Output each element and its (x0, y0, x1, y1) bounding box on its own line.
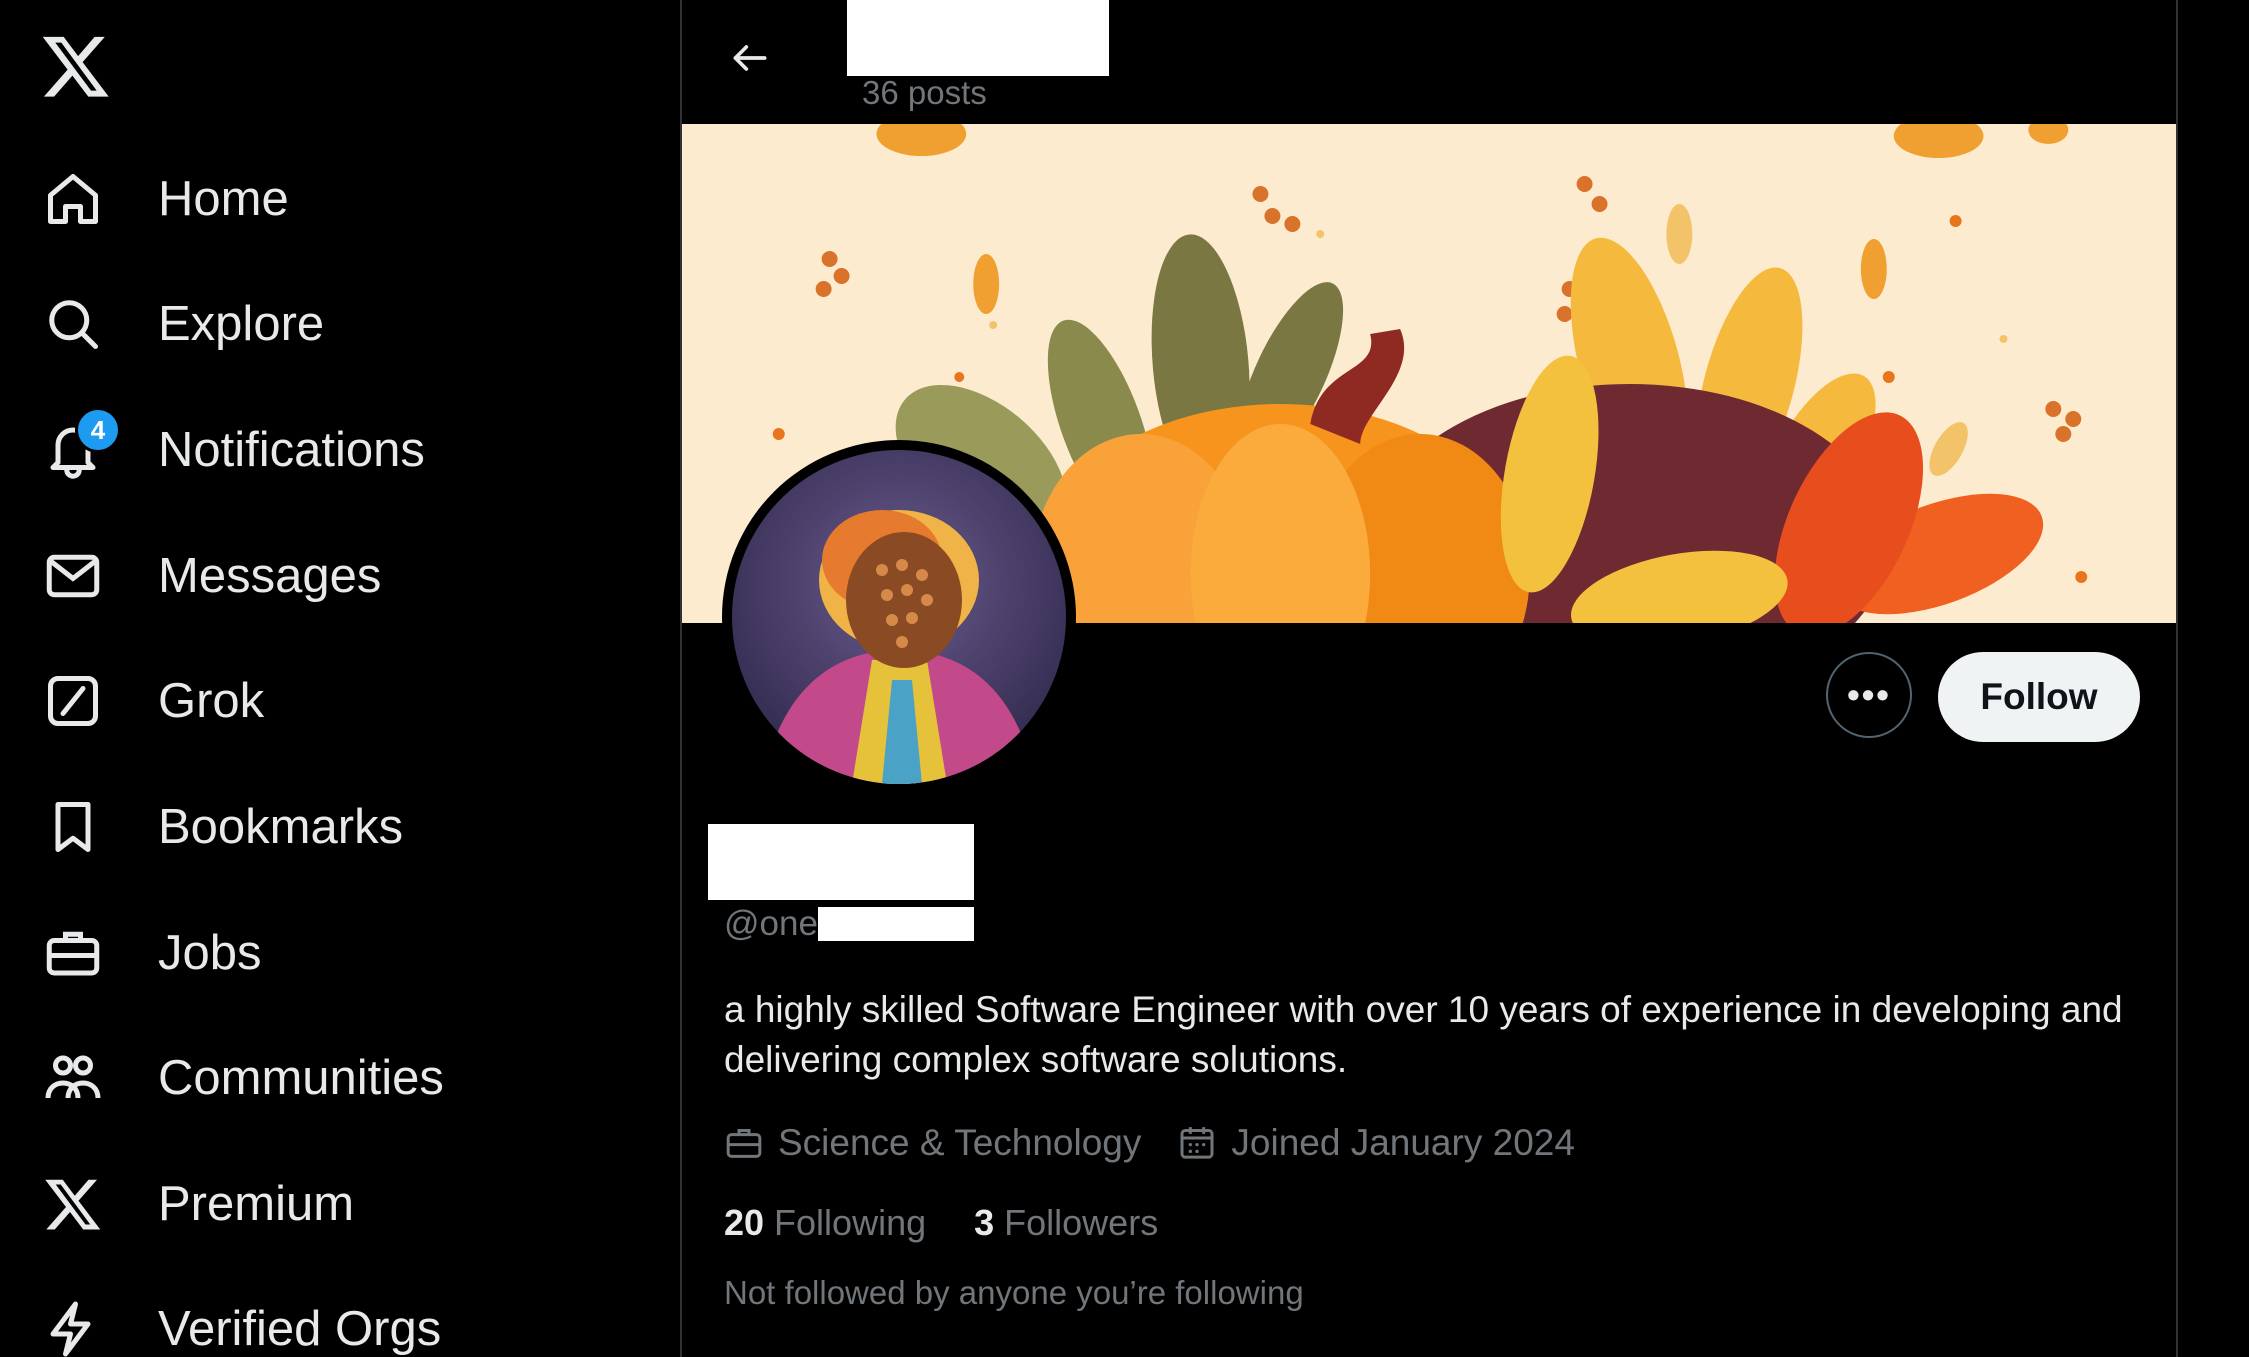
arrow-left-icon (733, 45, 767, 71)
back-button[interactable] (720, 28, 780, 88)
app-root: Home Explore 4 Notifications Messages Gr… (0, 0, 2249, 1357)
sidebar-item-bookmarks[interactable]: Bookmarks (40, 782, 403, 872)
sidebar-item-label: Messages (158, 549, 382, 603)
sidebar: Home Explore 4 Notifications Messages Gr… (0, 0, 680, 1357)
header-name-redacted (847, 0, 1109, 76)
sidebar-item-verified-orgs[interactable]: Verified Orgs (40, 1284, 441, 1357)
sidebar-item-communities[interactable]: Communities (40, 1033, 444, 1123)
more-options-button[interactable]: ••• (1826, 652, 1912, 738)
category-text: Science & Technology (778, 1122, 1142, 1163)
profile-bio: a highly skilled Software Engineer with … (724, 989, 2123, 1080)
profile-header: 36 posts (682, 0, 2176, 124)
notification-badge: 4 (75, 407, 121, 453)
following-count[interactable]: 20 (724, 1202, 764, 1244)
avatar-image (732, 450, 1066, 784)
sidebar-item-label: Home (158, 172, 289, 226)
joined-text: Joined January 2024 (1231, 1122, 1575, 1163)
briefcase-icon (40, 920, 106, 986)
not-followed-note: Not followed by anyone you’re following (724, 1274, 1304, 1311)
sidebar-item-label: Premium (158, 1177, 355, 1231)
sidebar-item-explore[interactable]: Explore (40, 279, 324, 369)
envelope-icon (40, 543, 106, 609)
sidebar-item-grok[interactable]: Grok (40, 656, 264, 746)
sidebar-item-label: Communities (158, 1051, 444, 1105)
grok-icon (40, 668, 106, 734)
following-label[interactable]: Following (774, 1202, 926, 1244)
sidebar-item-label: Bookmarks (158, 800, 404, 854)
sidebar-item-premium[interactable]: Premium (40, 1159, 354, 1249)
handle-row: @one (724, 902, 974, 946)
sidebar-item-label: Verified Orgs (158, 1302, 442, 1356)
display-name-redacted (708, 824, 974, 900)
lightning-icon (40, 1296, 106, 1357)
follow-stats: 20 Following 3 Followers (724, 1198, 1206, 1248)
profile-meta: Science & Technology Joined January 2024 (724, 1118, 1611, 1168)
profile-column: 36 posts ••• Follow @one a highly skille… (680, 0, 2178, 1357)
followers-count[interactable]: 3 (974, 1202, 994, 1244)
posts-count: 36 posts (862, 74, 987, 111)
calendar-icon (1180, 1127, 1214, 1159)
briefcase-icon (726, 1129, 762, 1158)
handle-text: @one (724, 904, 818, 943)
sidebar-item-label: Jobs (158, 926, 262, 980)
handle-redacted (817, 907, 974, 941)
sidebar-item-label: Explore (158, 297, 325, 351)
follow-button[interactable]: Follow (1938, 652, 2140, 742)
sidebar-item-notifications[interactable]: 4 Notifications (40, 405, 425, 495)
bell-icon: 4 (40, 407, 121, 483)
people-icon (40, 1045, 106, 1111)
sidebar-item-jobs[interactable]: Jobs (40, 908, 262, 998)
joined-item: Joined January 2024 (1177, 1122, 1575, 1164)
sidebar-item-messages[interactable]: Messages (40, 531, 381, 621)
search-icon (40, 291, 106, 357)
sidebar-item-label: Grok (158, 674, 265, 728)
sidebar-item-home[interactable]: Home (40, 154, 289, 244)
followers-label[interactable]: Followers (1004, 1202, 1158, 1244)
profile-avatar[interactable] (722, 440, 1076, 794)
bookmark-icon (40, 794, 106, 860)
x-icon (40, 1171, 106, 1237)
category-item: Science & Technology (724, 1122, 1141, 1164)
home-icon (40, 166, 106, 232)
x-logo-icon[interactable] (40, 30, 112, 102)
sidebar-item-label: Notifications (158, 423, 425, 477)
